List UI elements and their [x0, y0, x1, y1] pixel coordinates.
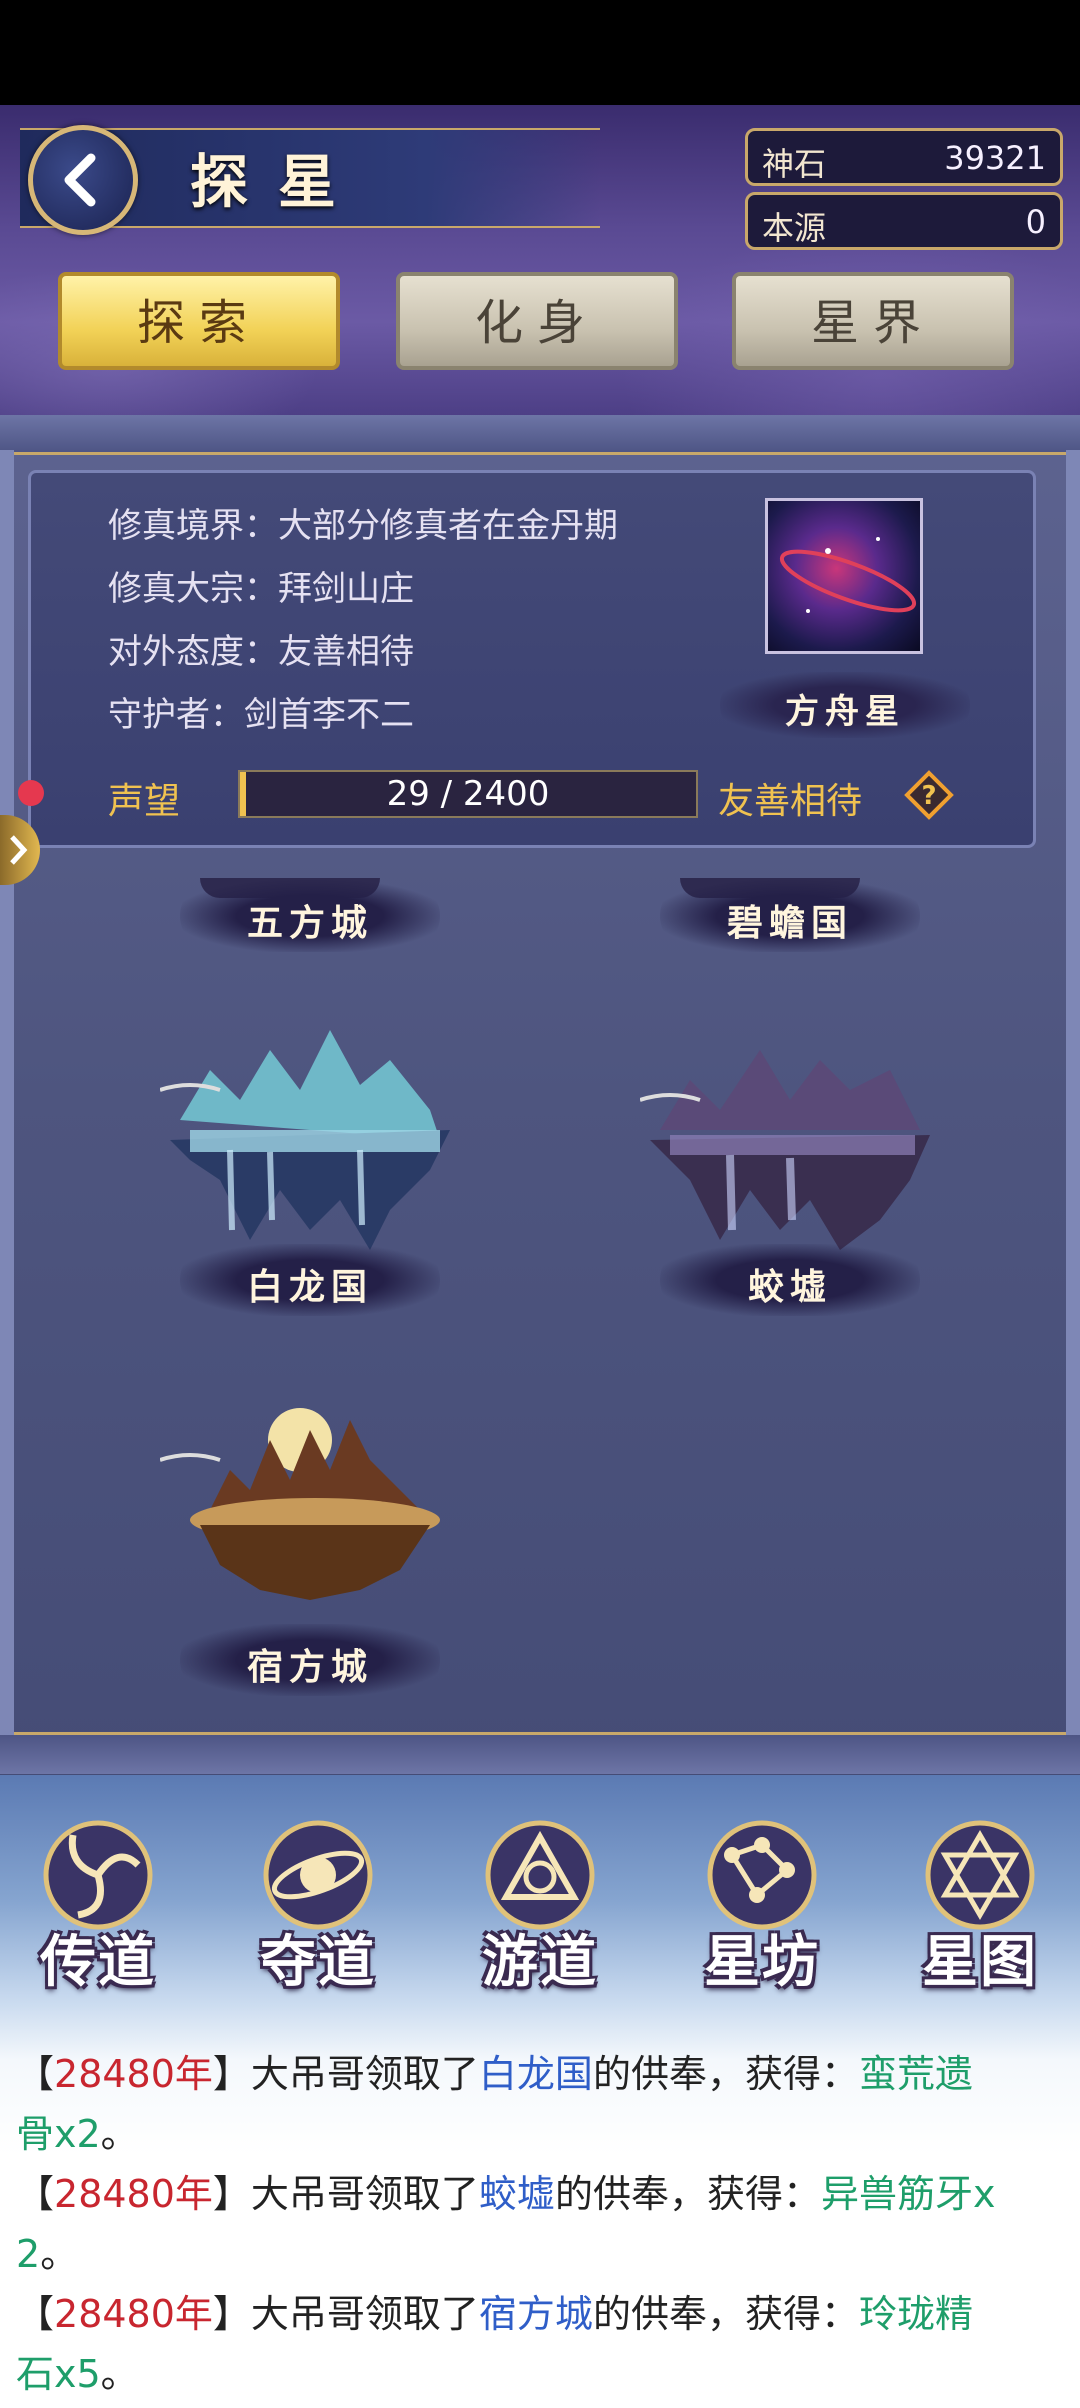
frame-border-left — [0, 450, 14, 1735]
svg-text:?: ? — [921, 781, 936, 811]
log-text: 】大吊哥领取了 — [212, 2292, 479, 2336]
city-wufang[interactable]: 五方城 — [160, 870, 460, 952]
log-place: 白龙国 — [478, 2052, 593, 2096]
reputation-label: 声望 — [108, 781, 181, 822]
city-name: 碧蟾国 — [726, 902, 853, 944]
log-entry: 【28480年】大吊哥领取了蛟墟的供奉，获得：异兽筋牙x — [16, 2172, 996, 2216]
log-entry: 【28480年】大吊哥领取了白龙国的供奉，获得：蛮荒遗 — [16, 2052, 973, 2096]
planet-image[interactable] — [765, 498, 923, 654]
log-end: 。 — [40, 2232, 79, 2276]
log-item: 石x5 — [16, 2352, 101, 2396]
log-item: 蛮荒遗 — [858, 2052, 973, 2096]
event-log: 【28480年】大吊哥领取了白龙国的供奉，获得：蛮荒遗 骨x2。 【28480年… — [0, 2000, 1080, 2408]
log-text: 】大吊哥领取了 — [212, 2172, 479, 2216]
island-image — [160, 1030, 450, 1250]
nav-chuandao[interactable]: 传道 — [8, 1815, 188, 2000]
log-place: 蛟墟 — [478, 2172, 555, 2216]
log-item: 异兽筋牙x — [820, 2172, 996, 2216]
resource-value: 0 — [1025, 203, 1046, 241]
log-year: 28480年 — [54, 2052, 213, 2096]
log-place: 宿方城 — [478, 2292, 593, 2336]
log-item: 骨x2 — [16, 2112, 101, 2156]
reputation-status: 友善相待 — [718, 781, 863, 822]
resource-label: 神石 — [762, 145, 827, 183]
tab-avatar[interactable]: 化身 — [396, 272, 678, 370]
log-entry-cont: 2。 — [16, 2224, 78, 2284]
info-sect: 修真大宗：拜剑山庄 — [108, 569, 414, 609]
city-name: 白龙国 — [246, 1266, 373, 1308]
frame-border-top — [0, 415, 1080, 455]
island-image — [640, 1050, 930, 1250]
frame-border-bottom — [0, 1732, 1080, 1774]
log-text: 】大吊哥领取了 — [212, 2052, 479, 2096]
log-year: 28480年 — [54, 2292, 213, 2336]
log-item: 玲珑精 — [858, 2292, 973, 2336]
reputation-value: 29 / 2400 — [386, 774, 550, 814]
city-jiaoxu[interactable]: 蛟墟 — [640, 1030, 940, 1330]
nav-label: 星图 — [922, 1929, 1038, 1995]
log-year: 28480年 — [54, 2172, 213, 2216]
nav-duodao[interactable]: 夺道 — [228, 1815, 408, 2000]
planet-name: 方舟星 — [785, 692, 905, 732]
resource-benyuan: 本源 0 — [745, 192, 1063, 250]
city-bichan[interactable]: 碧蟾国 — [640, 870, 940, 952]
log-entry-cont: 骨x2。 — [16, 2104, 139, 2164]
log-entry: 【28480年】大吊哥领取了宿方城的供奉，获得：玲珑精 — [16, 2292, 973, 2336]
resource-shenshi: 神石 39321 — [745, 128, 1063, 186]
nav-label: 星坊 — [704, 1929, 820, 1995]
tab-explore[interactable]: 探索 — [58, 272, 340, 370]
log-text: 的供奉，获得： — [554, 2172, 821, 2216]
help-icon[interactable]: ? — [904, 770, 954, 820]
log-text: 的供奉，获得： — [592, 2052, 859, 2096]
resource-label: 本源 — [762, 209, 827, 247]
back-button[interactable] — [28, 125, 138, 235]
planet-icon — [779, 537, 917, 613]
city-name: 蛟墟 — [747, 1266, 832, 1308]
chevron-left-icon — [64, 153, 96, 207]
nav-xingfang[interactable]: 星坊 — [672, 1815, 852, 2000]
nav-label: 传道 — [40, 1929, 156, 1995]
city-sufang[interactable]: 宿方城 — [160, 1400, 460, 1700]
nav-label: 夺道 — [260, 1929, 376, 1995]
log-entry-cont: 石x5。 — [16, 2344, 139, 2404]
island-image — [160, 1408, 440, 1600]
city-name: 五方城 — [246, 902, 373, 944]
chevron-right-icon — [10, 835, 28, 865]
tab-star-realm[interactable]: 星界 — [732, 272, 1014, 370]
log-item: 2 — [16, 2232, 41, 2276]
nav-label: 游道 — [482, 1929, 598, 1995]
notification-dot — [18, 780, 44, 806]
nav-xingtu[interactable]: 星图 — [890, 1815, 1070, 2000]
log-end: 。 — [100, 2112, 139, 2156]
side-expand-button[interactable] — [0, 815, 40, 885]
info-realm: 修真境界：大部分修真者在金丹期 — [108, 506, 618, 546]
city-bailong[interactable]: 白龙国 — [160, 1030, 460, 1330]
log-end: 。 — [100, 2352, 139, 2396]
status-bar — [0, 0, 1080, 105]
info-guardian: 守护者：剑首李不二 — [108, 695, 414, 735]
city-name: 宿方城 — [246, 1646, 373, 1688]
page-title: 探星 — [190, 148, 367, 216]
log-text: 的供奉，获得： — [592, 2292, 859, 2336]
frame-border-right — [1066, 450, 1080, 1735]
resource-value: 39321 — [944, 139, 1046, 177]
info-attitude: 对外态度：友善相待 — [108, 632, 414, 672]
nav-youdao[interactable]: 游道 — [450, 1815, 630, 2000]
